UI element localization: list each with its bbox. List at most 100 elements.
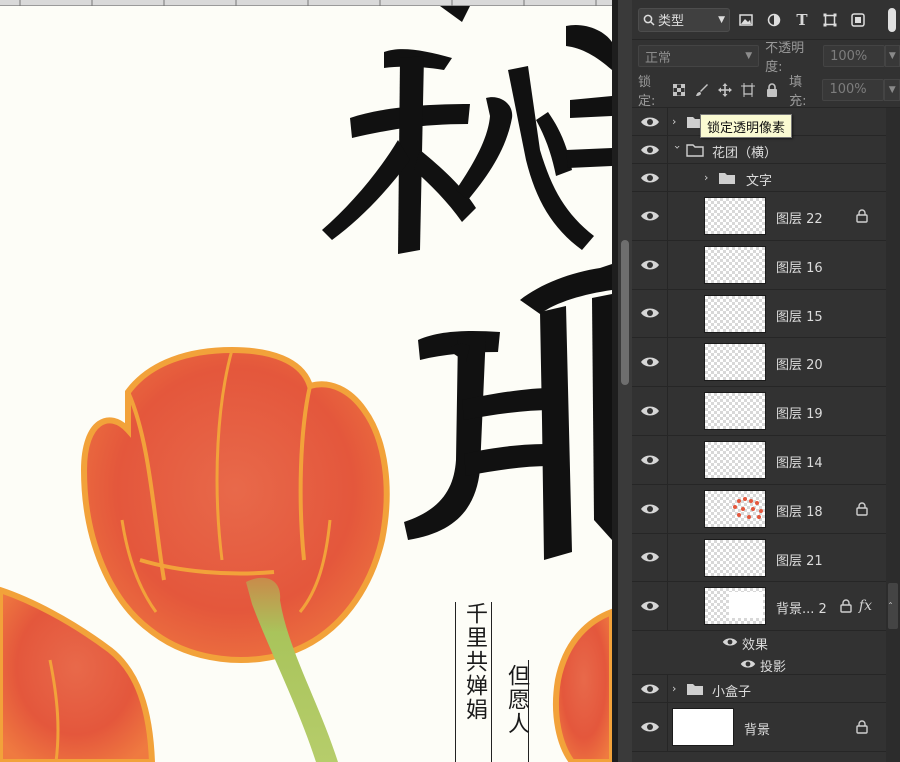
chevron-right-icon[interactable]: ›	[704, 172, 714, 183]
eye-icon[interactable]	[640, 682, 660, 696]
chevron-down-icon: ▼	[745, 51, 753, 61]
opacity-label: 不透明度:	[765, 41, 805, 75]
search-icon	[643, 14, 655, 26]
folder-open-icon	[686, 144, 704, 157]
lock-icon	[840, 599, 852, 613]
layer-row-background-2[interactable]: 背景... 2 fx	[632, 582, 886, 632]
layer-row-group-wenzi[interactable]: › 文字	[632, 164, 886, 192]
layer-row-group-xiaohezi[interactable]: › 小盒子	[632, 675, 886, 704]
layer-name: 图层 20	[776, 358, 823, 374]
effects-row[interactable]: 效果	[632, 631, 886, 653]
document-canvas[interactable]: 千里共婵娟 但愿人	[0, 0, 612, 762]
eye-icon[interactable]	[640, 720, 660, 734]
blend-bar: 正常 ▼ 不透明度: 100% ▼	[632, 40, 900, 75]
lock-icon	[856, 720, 868, 734]
canvas-scroll-thumb[interactable]	[621, 240, 629, 385]
lock-icon	[856, 209, 868, 223]
fill-input[interactable]: 100%	[822, 78, 885, 101]
layer-row-19[interactable]: 图层 19	[632, 387, 886, 436]
eye-icon[interactable]	[640, 502, 660, 516]
folder-icon	[719, 173, 735, 184]
filter-shape-icon[interactable]	[818, 8, 842, 32]
lock-position-icon[interactable]	[714, 78, 737, 102]
layer-row-group-huatuan[interactable]: › 花团（横）	[632, 136, 886, 164]
main-tulip	[80, 346, 390, 664]
eye-icon[interactable]	[640, 209, 660, 223]
layer-row-background[interactable]: 背景	[632, 703, 886, 752]
fill-dropdown-icon[interactable]: ▼	[884, 78, 900, 101]
layer-thumbnail	[704, 343, 766, 382]
filter-type-icon[interactable]: T	[790, 8, 814, 32]
tooltip: 锁定透明像素	[700, 114, 793, 138]
filter-adjustment-icon[interactable]	[762, 8, 786, 32]
layer-thumbnail	[704, 489, 766, 528]
lock-image-pixels-icon[interactable]	[690, 78, 713, 102]
eye-icon[interactable]	[640, 306, 660, 320]
lock-transparent-pixels-icon[interactable]	[667, 78, 690, 102]
poem-line-2: 但愿人	[504, 664, 529, 736]
eye-icon[interactable]	[640, 355, 660, 369]
layer-name: 图层 18	[776, 504, 823, 520]
lock-icon	[856, 502, 868, 516]
layer-filter-bar: 类型 ▼ T	[632, 0, 900, 40]
eye-icon[interactable]	[640, 453, 660, 467]
layer-name: 图层 15	[776, 309, 823, 325]
eye-icon[interactable]	[640, 115, 660, 129]
chevron-right-icon[interactable]: ›	[672, 116, 682, 127]
filter-smartobject-icon[interactable]	[846, 8, 870, 32]
filter-kind-label: 类型	[658, 14, 685, 29]
poem-rule-mid	[491, 602, 492, 762]
opacity-dropdown-icon[interactable]: ▼	[884, 45, 900, 67]
layer-name: 小盒子	[712, 685, 752, 701]
eye-icon[interactable]	[640, 258, 660, 272]
layer-row-22[interactable]: 图层 22	[632, 192, 886, 241]
eye-icon[interactable]	[640, 404, 660, 418]
layer-thumbnail	[704, 245, 766, 284]
layers-scrollbar[interactable]: ˆ	[886, 108, 900, 762]
opacity-input[interactable]: 100%	[823, 45, 885, 67]
filter-kind-select[interactable]: 类型 ▼	[638, 7, 730, 32]
layer-name: 花团（横）	[712, 146, 778, 161]
layer-list: › › 花团（横） › 文字 图层 22 图层 16 图层 15 图层 20 图…	[632, 108, 886, 752]
layer-row-15[interactable]: 图层 15	[632, 289, 886, 339]
layer-row-18[interactable]: 图层 18	[632, 484, 886, 534]
chevron-down-icon: ▼	[718, 14, 725, 25]
layer-name: 文字	[746, 174, 773, 189]
lock-artboard-icon[interactable]	[737, 78, 760, 102]
chevron-down-icon[interactable]: ›	[671, 145, 684, 155]
poem-rule-left	[455, 602, 456, 762]
eye-icon[interactable]	[640, 599, 660, 613]
eye-icon[interactable]	[722, 636, 738, 648]
canvas-vertical-scrollbar[interactable]	[618, 0, 632, 762]
chevron-up-icon[interactable]: ˆ	[888, 602, 893, 613]
layer-thumbnail	[672, 708, 734, 747]
filter-toggle-switch[interactable]	[888, 7, 896, 32]
blend-mode-label: 正常	[645, 50, 672, 66]
fx-icon[interactable]: fx	[859, 598, 872, 614]
layer-row-20[interactable]: 图层 20	[632, 338, 886, 388]
lock-bar: 锁定: 填充: 100% ▼	[632, 72, 900, 109]
layer-row-14[interactable]: 图层 14	[632, 435, 886, 485]
drop-shadow-row[interactable]: 投影	[632, 653, 886, 676]
eye-icon[interactable]	[640, 550, 660, 564]
layer-thumbnail	[704, 294, 766, 333]
title-char-qiu	[322, 6, 612, 254]
eye-icon[interactable]	[640, 143, 660, 157]
layer-thumbnail	[704, 538, 766, 577]
filter-pixel-icon[interactable]	[734, 8, 758, 32]
chevron-right-icon[interactable]: ›	[672, 683, 682, 694]
eye-icon[interactable]	[640, 171, 660, 185]
blend-mode-select[interactable]: 正常 ▼	[638, 45, 760, 67]
eye-icon[interactable]	[740, 658, 756, 670]
layer-thumbnail	[704, 197, 766, 235]
layer-name: 图层 21	[776, 553, 823, 569]
layer-row-21[interactable]: 图层 21	[632, 533, 886, 583]
poster-artwork	[0, 6, 612, 762]
lock-all-icon[interactable]	[760, 78, 783, 102]
layer-name: 图层 14	[776, 455, 823, 471]
layer-name: 图层 16	[776, 260, 823, 276]
layer-row-16[interactable]: 图层 16	[632, 240, 886, 290]
lock-label: 锁定:	[638, 74, 656, 109]
left-tulip	[0, 586, 156, 762]
layer-thumbnail	[704, 392, 766, 431]
